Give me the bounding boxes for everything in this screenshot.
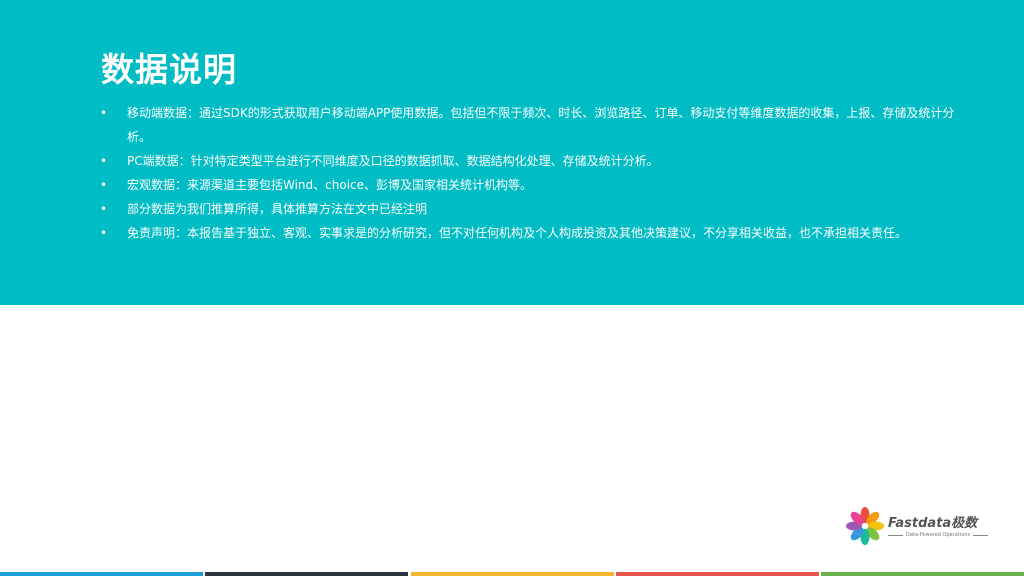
bullet-dot: • (100, 226, 108, 240)
footer-segment (615, 572, 819, 576)
tagline-text: Data-Powered Operations (905, 532, 971, 538)
logo-name: Fastdata极数 (888, 516, 978, 531)
footer-color-bar (0, 572, 1024, 576)
slide: 数据说明 • 移动端数据：通过SDK的形式获取用户移动端APP使用数据。包括但不限… (0, 0, 1024, 576)
fastdata-logo: Fastdata极数 Data-Powered Operations (845, 506, 995, 546)
bullet-dot: • (100, 106, 108, 120)
bullet-item: • 移动端数据：通过SDK的形式获取用户移动端APP使用数据。包括但不限于频次、时… (100, 101, 960, 149)
footer-segment (410, 572, 614, 576)
bullet-item: • 部分数据为我们推算所得，具体推算方法在文中已经注明 (100, 197, 960, 221)
slide-title: 数据说明 (101, 50, 237, 89)
bullet-item: • PC端数据：针对特定类型平台进行不同维度及口径的数据抓取、数据结构化处理、存储… (100, 149, 960, 173)
bullet-item: • 免责声明：本报告基于独立、客观、实事求是的分析研究，但不对任何机构及个人构成投… (100, 221, 960, 245)
bullet-text: 免责声明：本报告基于独立、客观、实事求是的分析研究，但不对任何机构及个人构成投资… (127, 226, 908, 240)
bullet-text: PC端数据：针对特定类型平台进行不同维度及口径的数据抓取、数据结构化处理、存储及… (127, 154, 659, 168)
bullet-text: 部分数据为我们推算所得，具体推算方法在文中已经注明 (127, 202, 428, 216)
tagline-rule-right (973, 534, 989, 536)
bullet-list: • 移动端数据：通过SDK的形式获取用户移动端APP使用数据。包括但不限于频次、时… (100, 101, 960, 245)
bullet-text: 移动端数据：通过SDK的形式获取用户移动端APP使用数据。包括但不限于频次、时长… (127, 106, 955, 144)
logo-tagline: Data-Powered Operations (888, 532, 989, 538)
flower-logo-icon (846, 507, 884, 545)
tagline-rule-left (888, 534, 903, 536)
bullet-dot: • (100, 154, 108, 168)
bullet-item: • 宏观数据：来源渠道主要包括Wind、choice、彭博及国家相关统计机构等。 (100, 173, 960, 197)
footer-segment (0, 572, 203, 576)
bullet-dot: • (100, 202, 108, 216)
footer-segment (205, 572, 409, 576)
bullet-dot: • (100, 178, 108, 192)
footer-segment (821, 572, 1024, 576)
header-banner: 数据说明 • 移动端数据：通过SDK的形式获取用户移动端APP使用数据。包括但不限… (0, 0, 1024, 305)
bullet-text: 宏观数据：来源渠道主要包括Wind、choice、彭博及国家相关统计机构等。 (127, 178, 533, 192)
